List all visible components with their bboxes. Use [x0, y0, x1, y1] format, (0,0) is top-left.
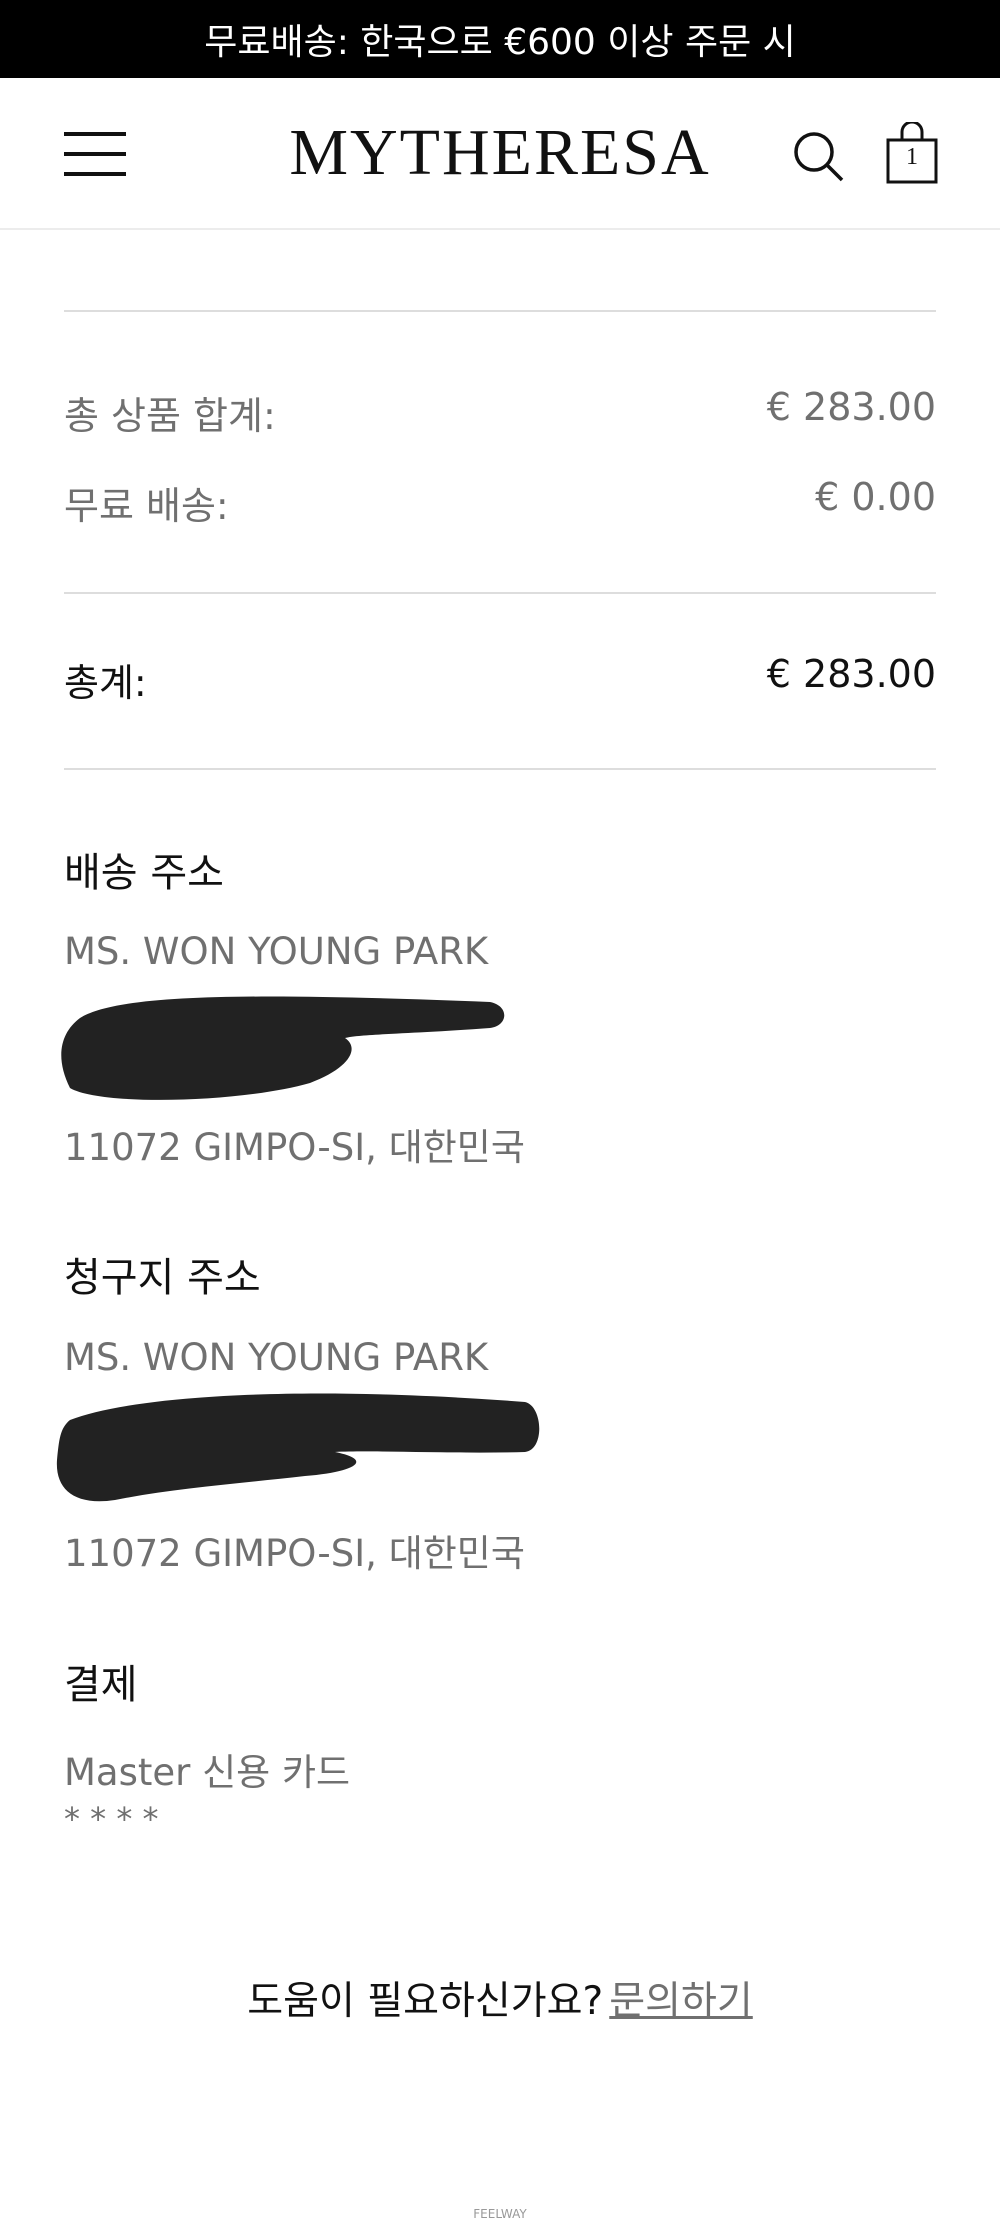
total-value: € 283.00: [766, 652, 936, 696]
redaction-mark: [61, 996, 505, 1100]
billing-address-title: 청구지 주소: [64, 1255, 261, 1301]
watermark: FEELWAY: [473, 2207, 527, 2221]
billing-address-city: 11072 GIMPO-SI, 대한민국: [64, 1532, 525, 1575]
help-question: 도움이 필요하신가요?: [247, 1979, 604, 2024]
promo-banner: 무료배송: 한국으로 €600 이상 주문 시: [0, 0, 1000, 78]
payment-method: Master 신용 카드: [64, 1751, 351, 1794]
divider: [64, 768, 936, 770]
menu-icon[interactable]: [64, 132, 126, 176]
billing-address-name: MS. WON YOUNG PARK: [64, 1336, 489, 1379]
divider: [64, 310, 936, 312]
shipping-cost-label: 무료 배송:: [64, 484, 229, 528]
search-icon[interactable]: [790, 128, 846, 184]
redaction-mark: [56, 1393, 540, 1502]
shipping-cost-value: € 0.00: [815, 475, 936, 519]
divider: [64, 592, 936, 594]
subtotal-label: 총 상품 합계:: [64, 394, 276, 438]
help-section: 도움이 필요하신가요? 문의하기: [0, 1970, 1000, 2026]
brand-logo[interactable]: MYTHERESA: [285, 118, 715, 188]
shipping-address-city: 11072 GIMPO-SI, 대한민국: [64, 1126, 525, 1169]
subtotal-value: € 283.00: [766, 385, 936, 429]
cart-count-badge: 1: [906, 144, 918, 170]
total-label: 총계:: [64, 661, 147, 705]
shipping-address-name: MS. WON YOUNG PARK: [64, 930, 489, 973]
site-header: MYTHERESA 1: [0, 78, 1000, 230]
contact-link[interactable]: 문의하기: [609, 1979, 753, 2024]
shipping-address-title: 배송 주소: [64, 850, 224, 896]
payment-title: 결제: [64, 1662, 138, 1708]
shopping-bag-icon[interactable]: 1: [884, 120, 940, 184]
card-number-mask: * * * *: [64, 1800, 159, 1838]
